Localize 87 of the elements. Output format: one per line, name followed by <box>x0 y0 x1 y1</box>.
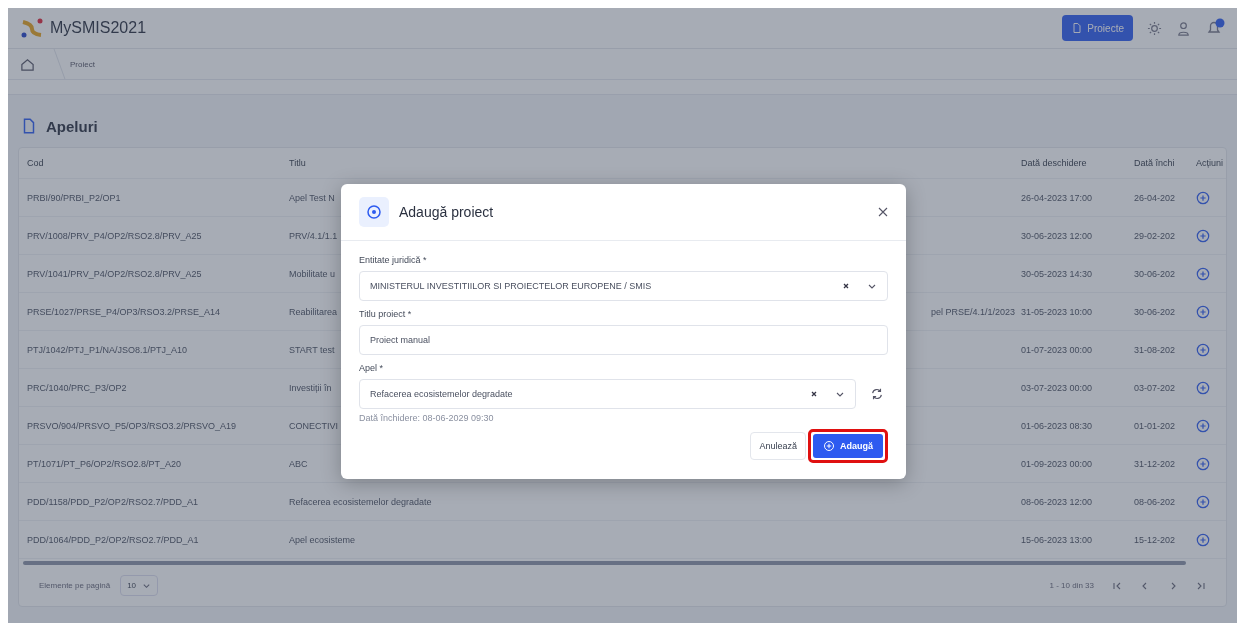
dialog-title: Adaugă proiect <box>399 204 494 220</box>
table-cell-text: PDD/1064/PDD_P2/OP2/RSO2.7/PDD_A1 <box>27 534 200 545</box>
table-cell-text: 01-06-2023 08:30 <box>1021 420 1094 431</box>
column-header: Acțiuni <box>1196 158 1224 168</box>
add-circle-icon <box>823 440 835 452</box>
table-cell-text: 01-07-2023 00:00 <box>1021 344 1094 355</box>
clear-icon[interactable] <box>809 389 819 399</box>
table-cell-text: PRC/1040/PRC_P3/OP2 <box>27 382 128 393</box>
table-cell: CONECTIVI <box>289 420 338 431</box>
add-circle-icon[interactable] <box>1196 190 1210 205</box>
add-circle-icon[interactable] <box>1196 456 1210 471</box>
add-circle-icon[interactable] <box>1196 532 1210 547</box>
field-label: Entitate juridică * <box>359 255 428 265</box>
column-header: Dată deschidere <box>1021 158 1088 168</box>
table-cell-text: 01-01-202 <box>1134 420 1177 431</box>
table-cell-text: PRV/1041/PRV_P4/OP2/RSO2.8/PRV_A25 <box>27 268 203 279</box>
table-cell: Investiții în <box>289 382 332 393</box>
add-circle-icon[interactable] <box>1196 228 1210 243</box>
table-cell: pel PRSE/4.1/1/2023 <box>930 306 1015 317</box>
table-cell: Apel ecosisteme <box>289 534 356 545</box>
table-cell: Apel Test N <box>289 192 335 203</box>
app-name: MySMIS2021 <box>50 19 147 37</box>
column-header: Titlu <box>289 158 307 168</box>
breadcrumb-item[interactable]: Proiect <box>70 59 95 69</box>
sun-icon[interactable] <box>1147 20 1162 36</box>
table-cell: Reabilitarea <box>289 306 338 317</box>
field-label: Titlu proiect * <box>359 309 413 319</box>
table-cell-text: 08-06-2023 12:00 <box>1021 496 1094 507</box>
last-page-icon[interactable] <box>1196 580 1206 591</box>
table-cell-text: 30-06-2023 12:00 <box>1021 230 1094 241</box>
page-range: 1 - 10 din 33 <box>1049 581 1094 590</box>
refresh-icon[interactable] <box>870 387 884 401</box>
table-cell-text: PRBI/90/PRBI_P2/OP1 <box>27 192 122 203</box>
user-icon[interactable] <box>1176 20 1191 36</box>
closing-date-hint: Dată închidere: 08-06-2029 09:30 <box>359 413 495 423</box>
table-cell-text: 15-12-202 <box>1134 534 1177 545</box>
section-title: Apeluri <box>46 117 98 135</box>
per-page-select[interactable]: 10 <box>120 575 159 596</box>
logo-icon <box>20 16 44 40</box>
add-circle-icon[interactable] <box>1196 418 1210 433</box>
table-cell-text: 31-12-202 <box>1134 458 1177 469</box>
add-circle-icon[interactable] <box>1196 380 1210 395</box>
field-label: Apel * <box>359 363 385 373</box>
table-cell-text: 29-02-202 <box>1134 230 1177 241</box>
table-cell: ABC <box>289 458 308 469</box>
column-header: Dată închi <box>1134 158 1176 168</box>
table-cell-text: 30-05-2023 14:30 <box>1021 268 1094 279</box>
table-cell-text: PTJ/1042/PTJ_P1/NA/JSO8.1/PTJ_A10 <box>27 344 189 355</box>
clear-icon[interactable] <box>841 281 851 291</box>
column-header: Cod <box>27 158 45 168</box>
table-cell: PRV/4.1/1.1 <box>289 230 338 241</box>
table-cell-text: 26-04-2023 17:00 <box>1021 192 1094 203</box>
add-button[interactable]: Adaugă <box>813 434 883 458</box>
document-icon <box>1071 22 1084 34</box>
select-field[interactable]: Refacerea ecosistemelor degradate <box>359 379 856 409</box>
table-cell: START test <box>289 344 335 355</box>
table-cell-text: 01-09-2023 00:00 <box>1021 458 1094 469</box>
table-cell-text: 31-08-202 <box>1134 344 1177 355</box>
table-cell-text: 15-06-2023 13:00 <box>1021 534 1094 545</box>
table-cell-text: 31-05-2023 10:00 <box>1021 306 1094 317</box>
select-field[interactable]: MINISTERUL INVESTITIILOR SI PROIECTELOR EUROPENE / SMIS <box>359 271 888 301</box>
add-circle-icon[interactable] <box>1196 342 1210 357</box>
table-cell-text: 30-06-202 <box>1134 306 1177 317</box>
add-circle-icon[interactable] <box>1196 304 1210 319</box>
scrollbar[interactable] <box>23 561 1186 565</box>
table-cell-text: PRV/1008/PRV_P4/OP2/RSO2.8/PRV_A25 <box>27 230 203 241</box>
table-cell-text: 03-07-202 <box>1134 382 1177 393</box>
home-icon[interactable] <box>20 56 35 72</box>
table-cell: Refacerea ecosistemelor degradate <box>289 496 432 507</box>
table-cell-text: PRSVO/904/PRSVO_P5/OP3/RSO3.2/PRSVO_A19 <box>27 420 238 431</box>
table-cell-text: PDD/1158/PDD_P2/OP2/RSO2.7/PDD_A1 <box>27 496 199 507</box>
target-icon <box>359 197 389 227</box>
add-circle-icon[interactable] <box>1196 266 1210 281</box>
add-circle-icon[interactable] <box>1196 494 1210 509</box>
table-cell-text: 08-06-202 <box>1134 496 1177 507</box>
per-page-label: Elemente pe pagină <box>39 581 111 590</box>
chevron-down-icon <box>142 581 152 590</box>
close-icon[interactable] <box>878 207 888 217</box>
table-cell-text: 03-07-2023 00:00 <box>1021 382 1094 393</box>
table-cell: Mobilitate u <box>289 268 336 279</box>
first-page-icon[interactable] <box>1112 580 1122 591</box>
table-cell-text: 30-06-202 <box>1134 268 1177 279</box>
table-cell-text: 26-04-202 <box>1134 192 1177 203</box>
table-cell-text: PRSE/1027/PRSE_P4/OP3/RSO3.2/PRSE_A14 <box>27 306 222 317</box>
table-cell-text: PT/1071/PT_P6/OP2/RSO2.8/PT_A20 <box>27 458 183 469</box>
cancel-button[interactable]: Anulează <box>750 432 806 460</box>
input-field[interactable]: Proiect manual <box>359 325 888 355</box>
